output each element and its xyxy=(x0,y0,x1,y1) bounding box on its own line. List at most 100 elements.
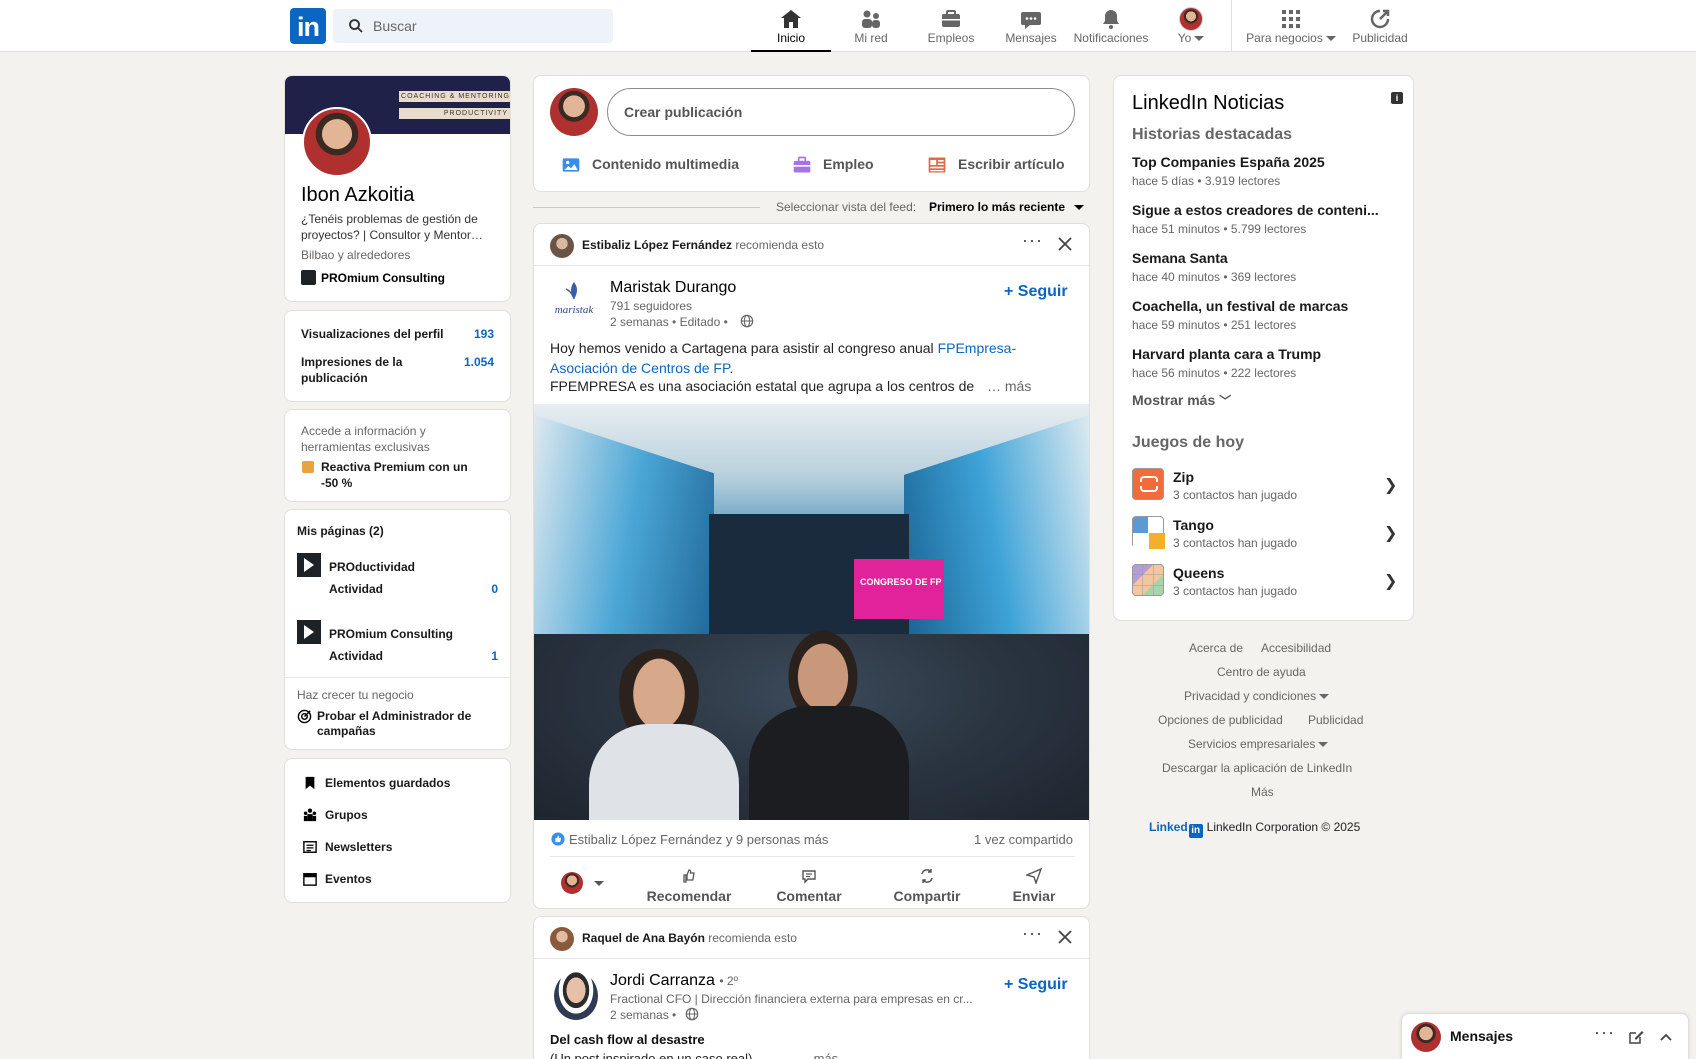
page-logo-icon[interactable] xyxy=(297,620,321,644)
media-button[interactable]: Contenido multimedia xyxy=(592,156,739,172)
game-name[interactable]: Queens xyxy=(1173,565,1224,581)
profile-company[interactable]: PROmium Consulting xyxy=(321,271,445,285)
shortcut-saved-items[interactable]: Elementos guardados xyxy=(325,776,450,790)
footer-more[interactable]: Más xyxy=(1251,785,1274,799)
nav-business[interactable]: Para negocios xyxy=(1240,0,1342,52)
news-item-title[interactable]: Top Companies España 2025 xyxy=(1132,154,1325,170)
close-icon[interactable] xyxy=(1057,929,1073,945)
page-activity-label[interactable]: Actividad xyxy=(329,582,383,596)
news-item-title[interactable]: Semana Santa xyxy=(1132,250,1228,266)
premium-cta[interactable]: -50 % xyxy=(321,476,352,490)
chevron-up-icon[interactable] xyxy=(1658,1029,1674,1045)
pages-title[interactable]: Mis páginas (2) xyxy=(297,524,384,538)
write-article-button[interactable]: Escribir artículo xyxy=(958,156,1065,172)
reactions-summary[interactable]: Estibaliz López Fernández y 9 personas m… xyxy=(569,832,828,847)
premium-cta[interactable]: Reactiva Premium con un xyxy=(321,460,468,474)
post-author[interactable]: Maristak Durango xyxy=(610,279,736,297)
more-options-icon[interactable]: ··· xyxy=(1594,1022,1615,1043)
recommender-name[interactable]: Estibaliz López Fernández xyxy=(582,238,732,252)
footer-advertising[interactable]: Publicidad xyxy=(1308,713,1363,727)
shares-count[interactable]: 1 vez compartido xyxy=(974,832,1073,847)
nav-notifications[interactable]: Notificaciones xyxy=(1068,0,1154,52)
recommender-name[interactable]: Raquel de Ana Bayón xyxy=(582,931,705,945)
follow-button[interactable]: + Seguir xyxy=(1004,976,1068,994)
search-input[interactable] xyxy=(373,9,603,43)
chevron-right-icon[interactable]: ❯ xyxy=(1384,571,1397,591)
composer-avatar[interactable] xyxy=(550,88,598,136)
footer-about[interactable]: Acerca de xyxy=(1189,641,1243,655)
game-name[interactable]: Zip xyxy=(1173,469,1194,485)
profile-headline: ¿Tenéis problemas de gestión de proyecto… xyxy=(301,212,483,242)
page-activity-value[interactable]: 0 xyxy=(491,582,498,596)
messaging-label[interactable]: Mensajes xyxy=(1450,1028,1513,1044)
footer-business[interactable]: Servicios empresariales xyxy=(1188,737,1329,751)
game-name[interactable]: Tango xyxy=(1173,517,1214,533)
messaging-bar[interactable]: Mensajes ··· xyxy=(1401,1013,1689,1059)
shortcut-newsletters[interactable]: Newsletters xyxy=(325,840,392,854)
reaction-avatar[interactable] xyxy=(561,872,583,894)
send-icon xyxy=(1026,868,1042,884)
impressions-label[interactable]: Impresiones de la xyxy=(301,355,402,369)
divider xyxy=(285,677,510,678)
news-item-title[interactable]: Sigue a estos creadores de conteni... xyxy=(1132,202,1379,218)
page-activity-value[interactable]: 1 xyxy=(491,649,498,663)
create-post-button[interactable]: Crear publicación xyxy=(607,88,1075,136)
news-item-title[interactable]: Coachella, un festival de marcas xyxy=(1132,298,1348,314)
footer-download-app[interactable]: Descargar la aplicación de LinkedIn xyxy=(1162,761,1352,775)
shortcut-groups[interactable]: Grupos xyxy=(325,808,368,822)
chevron-right-icon[interactable]: ❯ xyxy=(1384,523,1397,543)
maristak-logo[interactable]: maristak xyxy=(550,279,598,327)
profile-photo[interactable] xyxy=(302,107,372,177)
nav-home[interactable]: Inicio xyxy=(751,0,831,52)
campaign-manager-link[interactable]: Probar el Administrador de xyxy=(317,709,471,723)
zip-game-icon[interactable] xyxy=(1132,468,1164,500)
shortcut-events[interactable]: Eventos xyxy=(325,872,372,886)
footer-help[interactable]: Centro de ayuda xyxy=(1217,665,1306,679)
news-item-title[interactable]: Harvard planta cara a Trump xyxy=(1132,346,1321,362)
search-box[interactable] xyxy=(333,9,613,43)
tango-game-icon[interactable] xyxy=(1132,516,1165,549)
recommender-avatar[interactable] xyxy=(550,234,574,258)
page-name[interactable]: PROductividad xyxy=(329,560,415,574)
nav-messages[interactable]: Mensajes xyxy=(991,0,1071,52)
impressions-value[interactable]: 1.054 xyxy=(464,355,494,369)
linkedin-logo-icon[interactable]: in xyxy=(290,8,326,44)
profile-views-label[interactable]: Visualizaciones del perfil xyxy=(301,327,444,341)
chevron-right-icon[interactable]: ❯ xyxy=(1384,475,1397,495)
page-name[interactable]: PROmium Consulting xyxy=(329,627,453,641)
page-activity-label[interactable]: Actividad xyxy=(329,649,383,663)
info-icon[interactable]: i xyxy=(1391,92,1403,104)
nav-advertising[interactable]: Publicidad xyxy=(1346,0,1414,52)
mention-link[interactable]: Asociación de Centros de FP xyxy=(550,360,730,376)
queens-game-icon[interactable] xyxy=(1132,564,1164,596)
nav-me[interactable]: Yo xyxy=(1154,0,1228,52)
divider xyxy=(534,958,1089,959)
footer-privacy[interactable]: Privacidad y condiciones xyxy=(1184,689,1330,703)
nav-network[interactable]: Mi red xyxy=(831,0,911,52)
post-author[interactable]: Jordi Carranza • 2º xyxy=(610,972,738,990)
campaign-manager-link[interactable]: campañas xyxy=(317,724,376,738)
more-options-icon[interactable]: ··· xyxy=(1022,230,1043,251)
more-options-icon[interactable]: ··· xyxy=(1022,923,1043,944)
footer-accessibility[interactable]: Accesibilidad xyxy=(1261,641,1331,655)
page-logo-icon[interactable] xyxy=(297,553,321,577)
footer-ad-options[interactable]: Opciones de publicidad xyxy=(1158,713,1283,727)
show-more-button[interactable]: Mostrar más ﹀ xyxy=(1132,392,1231,409)
hashtag-link[interactable]: FPEmpresa- xyxy=(938,340,1017,356)
close-icon[interactable] xyxy=(1057,236,1073,252)
nav-jobs[interactable]: Empleos xyxy=(911,0,991,52)
profile-name[interactable]: Ibon Azkoitia xyxy=(301,184,414,207)
profile-views-value[interactable]: 193 xyxy=(474,327,494,341)
see-more-link[interactable]: … más xyxy=(797,1051,838,1059)
feed-sort-dropdown[interactable]: Primero lo más reciente xyxy=(929,200,1085,214)
see-more-link[interactable]: … más xyxy=(987,378,1031,394)
follow-button[interactable]: + Seguir xyxy=(1004,283,1068,301)
compose-icon[interactable] xyxy=(1628,1029,1644,1045)
chevron-down-icon[interactable] xyxy=(594,881,604,886)
post-image[interactable]: CONGRESO DE FP xyxy=(534,404,1089,820)
groups-icon xyxy=(303,808,317,822)
author-avatar[interactable] xyxy=(554,972,598,1020)
job-button[interactable]: Empleo xyxy=(823,156,874,172)
recommender-avatar[interactable] xyxy=(550,927,574,951)
apps-grid-icon xyxy=(1282,10,1300,28)
